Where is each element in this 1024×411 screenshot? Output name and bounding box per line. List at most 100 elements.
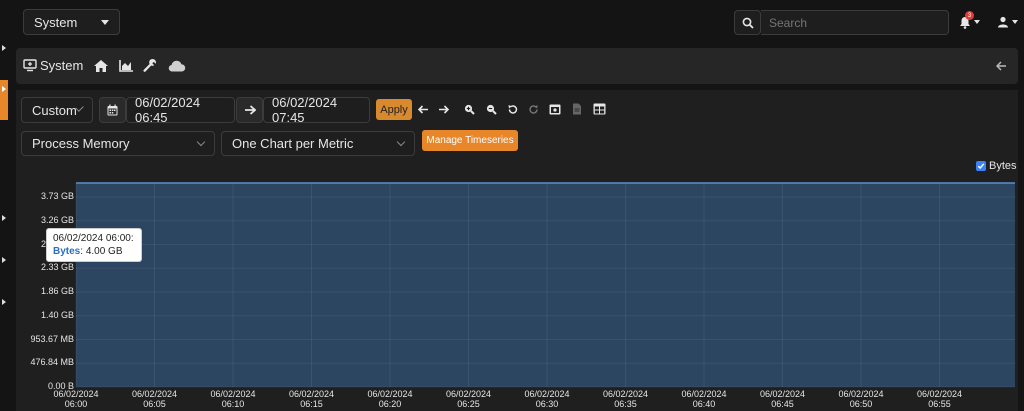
chevron-down-icon [196,137,206,147]
x-tick-date: 06/02/2024 [524,389,570,399]
x-tick-date: 06/02/2024 [759,389,806,399]
x-tick-date: 06/02/2024 [131,389,178,399]
x-tick-label: 06/02/2024 06:20 [365,389,415,409]
metric-select[interactable]: Process Memory [21,131,215,156]
cloud-icon[interactable] [168,60,186,72]
zoom-out-icon[interactable] [486,104,497,115]
page-header: System [16,48,1018,84]
chart-tooltip: 06/02/2024 06:00: Bytes: 4.00 GB [46,228,142,262]
y-tick-label: 1.86 GB [40,285,74,296]
x-tick-label: 06/02/2024 06:40 [679,389,729,409]
notification-badge: 3 [965,11,974,20]
x-tick-label: 06/02/2024 06:15 [287,389,337,409]
x-tick-time: 06:50 [849,399,873,409]
refresh-icon[interactable] [528,104,539,115]
x-tick-date: 06/02/2024 [445,389,492,399]
legend-checkbox[interactable] [976,161,986,171]
x-tick-time: 06:35 [614,399,637,409]
calendar-button[interactable] [99,97,126,123]
x-tick-label: 06/02/2024 06:00 [51,389,101,409]
context-select[interactable]: System [23,9,120,35]
home-icon[interactable] [93,59,109,73]
top-navbar: System 3 [0,0,1024,44]
calendar-icon [107,104,118,116]
check-icon [977,163,985,170]
x-tick-date: 06/02/2024 [288,389,335,399]
shift-left-icon[interactable] [418,105,429,114]
chevron-down-icon [1011,20,1018,24]
legend-label: Bytes [989,160,1017,172]
tooltip-value: 4.00 GB [85,246,123,257]
chevron-right-icon [2,299,6,305]
search-button[interactable] [734,10,761,35]
tooltip-time: 06/02/2024 06:00: [53,233,134,244]
apply-button[interactable]: Apply [376,99,412,120]
x-tick-label: 06/02/2024 06:25 [444,389,494,409]
context-select-value: System [34,14,78,30]
chevron-right-icon [2,257,6,263]
x-tick-time: 06:15 [300,399,323,409]
y-tick-label: 2.33 GB [40,262,74,273]
date-to-input[interactable]: 06/02/2024 07:45 [263,95,370,125]
x-tick-time: 06:20 [378,399,402,409]
x-tick-time: 06:45 [771,399,794,409]
monitor-plus-icon [23,59,37,72]
x-tick-label: 06/02/2024 06:55 [915,389,965,409]
user-menu-button[interactable] [994,12,1020,32]
tooltip-value-row: Bytes: 4.00 GB [53,245,135,258]
search-input[interactable] [761,10,949,35]
date-from-input[interactable]: 06/02/2024 06:45 [126,95,235,125]
layout-select[interactable]: One Chart per Metric [221,131,415,156]
x-tick-date: 06/02/2024 [602,389,649,399]
x-tick-label: 06/02/2024 06:35 [601,389,651,409]
y-tick-label: 476.84 MB [30,357,74,368]
date-range-arrow [236,97,263,123]
y-tick-label: 3.73 GB [40,191,74,202]
x-tick-date: 06/02/2024 [838,389,884,399]
x-tick-date: 06/02/2024 [53,389,99,399]
zoom-in-icon[interactable] [464,104,475,115]
x-tick-label: 06/02/2024 06:05 [130,389,180,409]
file-icon[interactable] [572,103,582,115]
undo-icon[interactable] [507,104,518,115]
user-icon [997,16,1008,28]
x-tick-time: 06:05 [143,399,166,409]
snapshot-icon[interactable] [549,103,561,115]
x-tick-label: 06/02/2024 06:45 [758,389,808,409]
layout-select-value: One Chart per Metric [232,136,354,151]
chevron-down-icon [101,19,109,25]
manage-timeseries-button[interactable]: Manage Timeseries [422,130,518,151]
y-tick-label: 3.26 GB [40,214,74,225]
sidebar-collapsed[interactable] [0,44,10,411]
x-tick-time: 06:00 [64,399,88,409]
x-tick-date: 06/02/2024 [681,389,727,399]
x-tick-label: 06/02/2024 06:10 [208,389,258,409]
x-tick-time: 06:10 [221,399,245,409]
tooltip-series-label: Bytes [53,246,81,257]
area-chart-icon[interactable] [119,59,134,72]
x-tick-time: 06:55 [928,399,951,409]
x-tick-date: 06/02/2024 [367,389,413,399]
y-tick-label: 1.40 GB [40,309,74,320]
chart-legend[interactable]: Bytes [976,160,1017,172]
shift-right-icon[interactable] [438,105,449,114]
chevron-right-icon [2,215,6,221]
page-title: System [40,58,84,73]
x-tick-time: 06:25 [457,399,480,409]
arrow-right-icon [244,105,256,115]
x-tick-label: 06/02/2024 06:50 [836,389,886,409]
notifications-button[interactable]: 3 [956,11,982,32]
arrow-left-icon[interactable] [996,61,1007,71]
chevron-down-icon [973,20,980,24]
chevron-right-icon [2,86,6,92]
chevron-down-icon [396,137,406,147]
x-tick-date: 06/02/2024 [210,389,256,399]
wrench-icon[interactable] [143,58,157,73]
chevron-right-icon [2,45,6,51]
search-icon [742,17,754,29]
x-tick-date: 06/02/2024 [916,389,963,399]
table-icon[interactable] [593,103,606,115]
range-select[interactable]: Custom [21,97,93,123]
range-select-value: Custom [32,102,77,118]
metric-select-value: Process Memory [32,136,130,151]
